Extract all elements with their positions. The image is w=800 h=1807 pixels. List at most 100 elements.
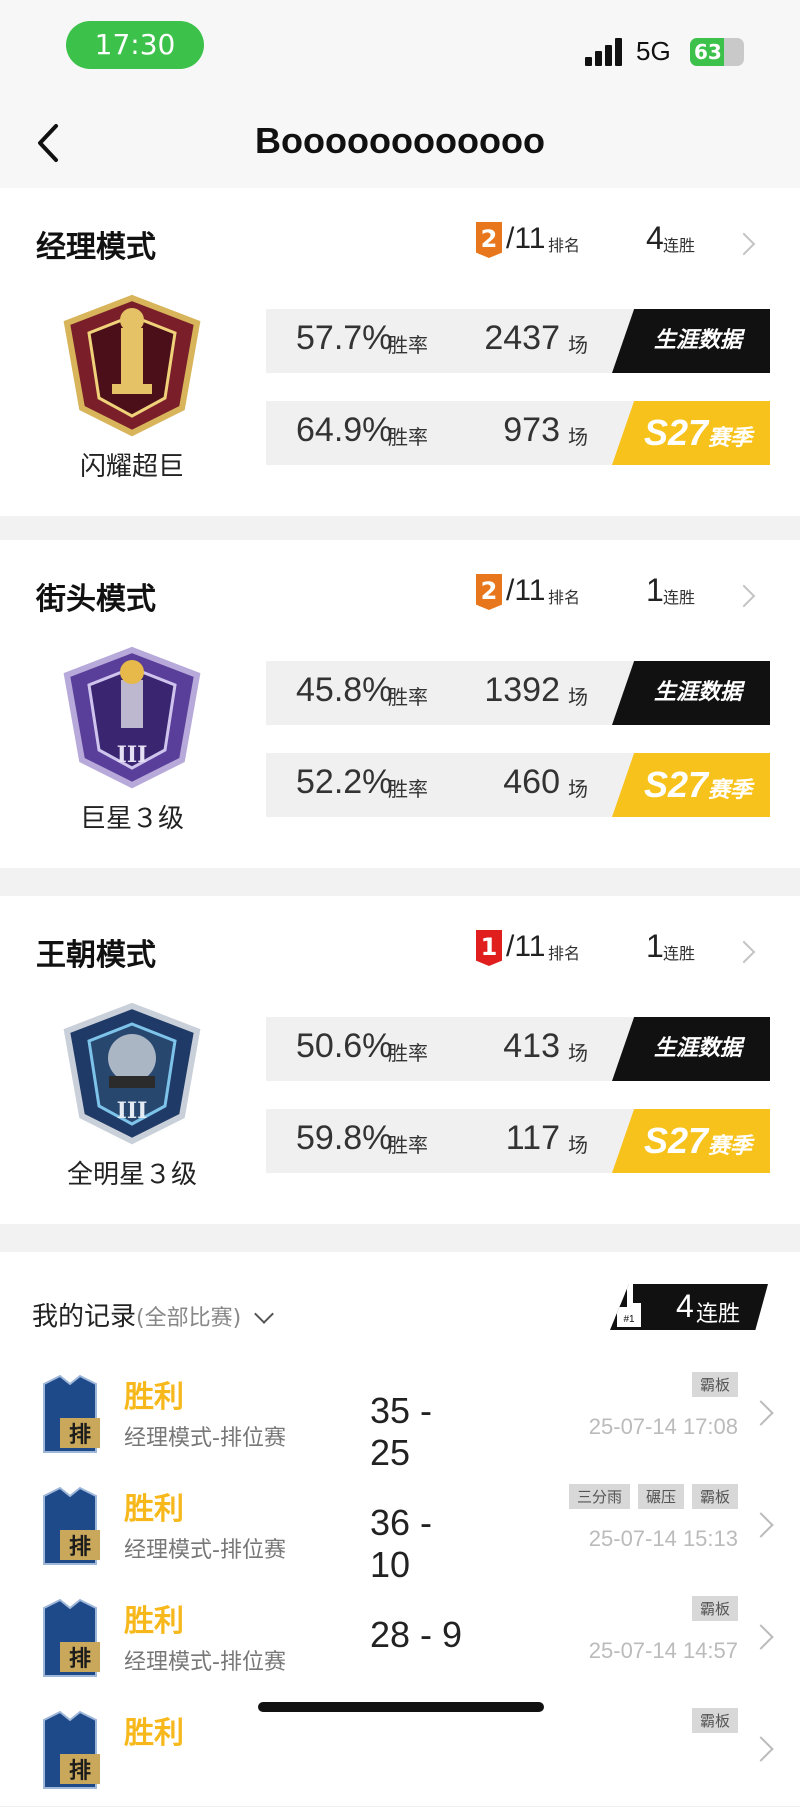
chevron-right-icon[interactable] bbox=[748, 1624, 774, 1650]
ranked-jersey-icon: 排 bbox=[43, 1486, 100, 1565]
season-stat-row[interactable]: 59.8% 胜率 117 场 S27赛季 bbox=[266, 1109, 770, 1173]
record-mode: 经理模式-排位赛 bbox=[124, 1426, 286, 1451]
season-winrate: 59.8% bbox=[296, 1119, 393, 1157]
svg-text:III: III bbox=[117, 742, 148, 768]
streak-label: 连胜 bbox=[663, 588, 696, 607]
career-stat-row[interactable]: 50.6% 胜率 413 场 生涯数据 bbox=[266, 1017, 770, 1081]
career-games: 413 bbox=[503, 1027, 560, 1065]
season-text: 赛季 bbox=[708, 778, 753, 803]
record-result: 胜利 bbox=[124, 1604, 184, 1639]
season-stat-row[interactable]: 64.9% 胜率 973 场 S27赛季 bbox=[266, 401, 770, 465]
career-stat-row[interactable]: 57.7% 胜率 2437 场 生涯数据 bbox=[266, 309, 770, 373]
chevron-right-icon[interactable] bbox=[732, 232, 756, 256]
record-icon-text: 排 bbox=[69, 1423, 91, 1448]
career-winrate: 50.6% bbox=[296, 1027, 393, 1065]
tier-emblem-icon bbox=[63, 294, 201, 437]
season-button[interactable]: S27赛季 bbox=[612, 401, 770, 465]
chevron-right-icon[interactable] bbox=[748, 1400, 774, 1426]
career-winrate: 57.7% bbox=[296, 319, 393, 357]
ranked-jersey-icon: 排 bbox=[43, 1374, 100, 1453]
streak-num: 4 bbox=[646, 220, 664, 256]
tier-emblem-icon: III bbox=[63, 1002, 201, 1145]
ranked-jersey-icon: 排 bbox=[43, 1598, 100, 1677]
career-games-label: 场 bbox=[568, 333, 588, 357]
battery-icon: 63 bbox=[690, 38, 744, 66]
season-stat-row[interactable]: 52.2% 胜率 460 场 S27赛季 bbox=[266, 753, 770, 817]
season-games: 973 bbox=[503, 411, 560, 449]
chevron-right-icon[interactable] bbox=[748, 1512, 774, 1538]
rank-badge: 1 bbox=[476, 930, 502, 966]
chevron-right-icon[interactable] bbox=[748, 1736, 774, 1762]
record-result: 胜利 bbox=[124, 1492, 184, 1527]
career-games-label: 场 bbox=[568, 685, 588, 709]
chevron-right-icon[interactable] bbox=[732, 584, 756, 608]
career-data-button[interactable]: 生涯数据 bbox=[612, 1017, 770, 1081]
record-tag: 三分雨 bbox=[568, 1484, 630, 1509]
rank-label: 排名 bbox=[548, 236, 581, 255]
record-score: 35 - 25 bbox=[370, 1390, 433, 1473]
record-item[interactable]: 排 胜利 经理模式-排位赛 35 - 25 霸板 25-07-14 17:08 bbox=[0, 1358, 800, 1473]
svg-text:III: III bbox=[117, 1098, 148, 1124]
mode-title: 王朝模式 bbox=[36, 938, 156, 973]
record-tags: 霸板 bbox=[691, 1372, 738, 1397]
home-indicator bbox=[258, 1702, 544, 1712]
records-title[interactable]: 我的记录(全部比赛) bbox=[32, 1296, 275, 1333]
streak-label: 连胜 bbox=[663, 236, 696, 255]
rank-total: /11 bbox=[506, 574, 546, 607]
record-date: 25-07-14 15:13 bbox=[588, 1526, 738, 1551]
career-winrate-label: 胜率 bbox=[388, 333, 428, 357]
tier-label: 全明星３级 bbox=[66, 1160, 197, 1190]
season-text: 赛季 bbox=[708, 1134, 753, 1159]
season-code: S27 bbox=[643, 764, 709, 805]
career-winrate: 45.8% bbox=[296, 671, 393, 709]
season-text: 赛季 bbox=[708, 426, 753, 451]
tier-label: 闪耀超巨 bbox=[79, 452, 184, 482]
record-mode: 经理模式-排位赛 bbox=[124, 1650, 286, 1675]
career-stat-row[interactable]: 45.8% 胜率 1392 场 生涯数据 bbox=[266, 661, 770, 725]
season-games-label: 场 bbox=[568, 425, 588, 449]
season-winrate-label: 胜率 bbox=[388, 425, 428, 449]
rank-total: /11 bbox=[506, 930, 546, 963]
rank-badge: 2 bbox=[476, 574, 502, 610]
record-date: 25-07-14 14:57 bbox=[588, 1638, 738, 1663]
career-winrate-label: 胜率 bbox=[388, 685, 428, 709]
season-games-label: 场 bbox=[568, 777, 588, 801]
record-mode: 经理模式-排位赛 bbox=[124, 1538, 286, 1563]
record-icon-text: 排 bbox=[69, 1535, 91, 1560]
record-result: 胜利 bbox=[124, 1380, 184, 1415]
chevron-right-icon[interactable] bbox=[732, 940, 756, 964]
streak-num: 1 bbox=[646, 572, 664, 608]
records-streak-tag: #1 4 连胜 bbox=[610, 1284, 768, 1330]
rank-total: /11 bbox=[506, 222, 546, 255]
record-tag: 霸板 bbox=[691, 1372, 738, 1397]
record-score: 36 - 10 bbox=[370, 1502, 433, 1585]
network-label: 5G bbox=[636, 36, 671, 66]
season-code: S27 bbox=[643, 412, 709, 453]
mode-card: 街头模式 2 /11 排名 1 连胜 III 巨星３级 45.8% 胜率 139… bbox=[0, 540, 800, 868]
mode-title: 街头模式 bbox=[36, 582, 156, 617]
season-games: 117 bbox=[505, 1119, 560, 1157]
season-winrate-label: 胜率 bbox=[388, 1133, 428, 1157]
season-button[interactable]: S27赛季 bbox=[612, 753, 770, 817]
career-data-button[interactable]: 生涯数据 bbox=[612, 309, 770, 373]
career-games-label: 场 bbox=[568, 1041, 588, 1065]
season-games: 460 bbox=[503, 763, 560, 801]
season-button[interactable]: S27赛季 bbox=[612, 1109, 770, 1173]
records-filter[interactable]: (全部比赛) bbox=[136, 1306, 241, 1331]
season-winrate-label: 胜率 bbox=[388, 777, 428, 801]
career-games: 2437 bbox=[484, 319, 560, 357]
tier-emblem-icon: III bbox=[63, 646, 201, 789]
record-item[interactable]: 排 胜利 经理模式-排位赛 36 - 10 三分雨 碾压 霸板 25-07-14 1… bbox=[0, 1470, 800, 1585]
record-icon-text: 排 bbox=[69, 1759, 91, 1784]
career-data-button[interactable]: 生涯数据 bbox=[612, 661, 770, 725]
record-item[interactable]: 排 胜利 经理模式-排位赛 28 - 9 霸板 25-07-14 14:57 bbox=[0, 1582, 800, 1695]
record-date: 25-07-14 17:08 bbox=[588, 1414, 738, 1439]
record-score: 28 - 9 bbox=[370, 1614, 463, 1655]
rank-label: 排名 bbox=[548, 588, 581, 607]
record-tag: 霸板 bbox=[691, 1596, 738, 1621]
season-winrate: 64.9% bbox=[296, 411, 393, 449]
record-tags: 三分雨 碾压 霸板 bbox=[568, 1484, 738, 1509]
records-streak-label: 连胜 bbox=[696, 1302, 741, 1327]
record-tag: 霸板 bbox=[691, 1708, 738, 1733]
chevron-down-icon[interactable] bbox=[254, 1304, 275, 1324]
